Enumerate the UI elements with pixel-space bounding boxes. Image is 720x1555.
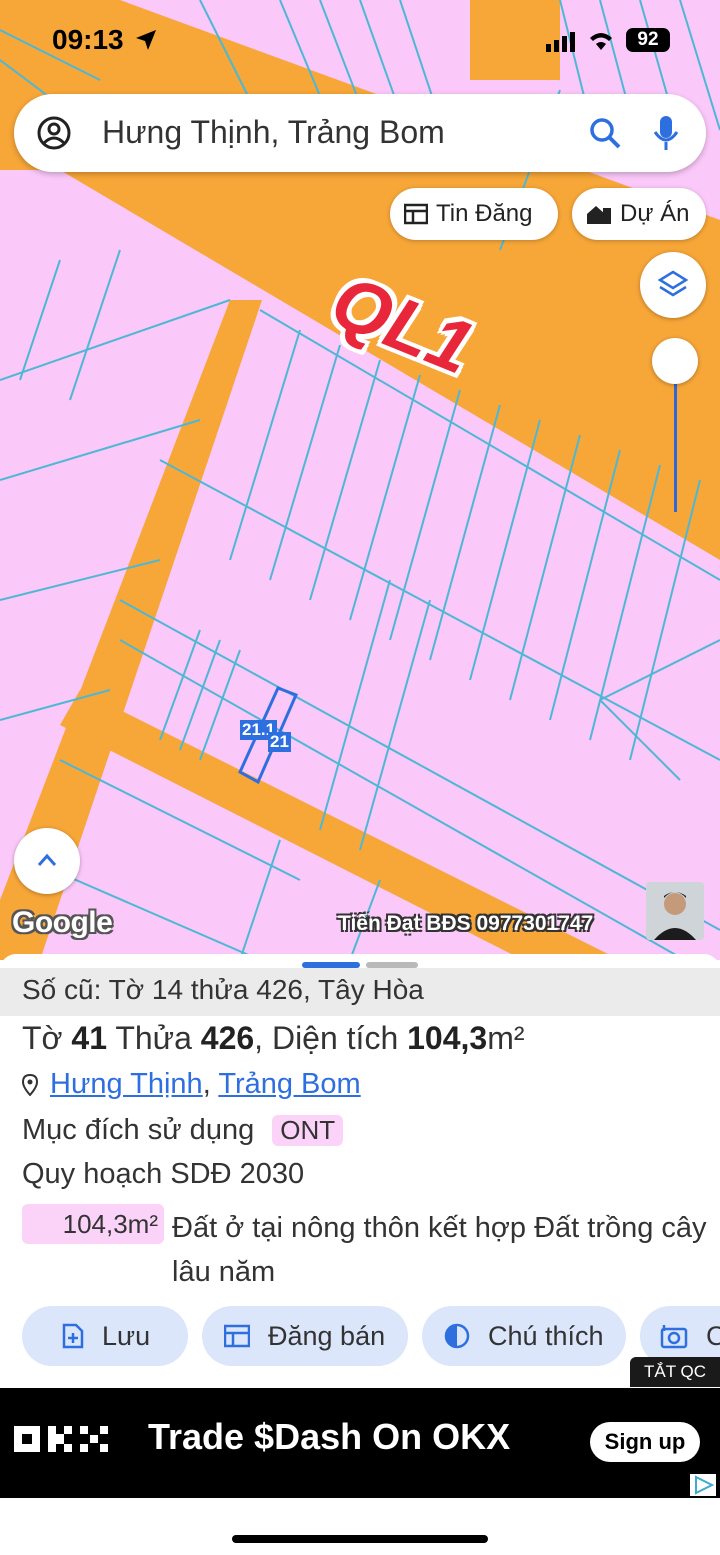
play-info-icon	[695, 1475, 715, 1495]
projects-chip[interactable]: Dự Án	[572, 188, 706, 240]
listings-chip[interactable]: Tin Đăng	[390, 188, 558, 240]
land-use-row: Mục đích sử dụng ONT	[22, 1114, 344, 1147]
status-time: 09:13	[52, 24, 124, 55]
sheet-handle-secondary[interactable]	[366, 962, 418, 968]
ad-info-icon[interactable]	[690, 1474, 716, 1496]
watermark-text: Tiến Đạt BĐS 0977301747	[338, 912, 594, 935]
opacity-slider-track[interactable]	[674, 362, 677, 512]
camera-icon	[660, 1325, 688, 1349]
ad-signup-button[interactable]: Sign up	[590, 1422, 700, 1462]
wifi-icon	[590, 33, 612, 50]
land-use-code-badge[interactable]: ONT	[272, 1115, 344, 1146]
ad-banner[interactable]: Trade $Dash On OKX Sign up	[0, 1388, 720, 1498]
search-icon[interactable]	[588, 116, 622, 150]
person-avatar-icon	[646, 882, 704, 940]
save-label: Lưu	[102, 1320, 151, 1351]
contrast-icon	[444, 1323, 470, 1349]
parcel-location: Hưng Thịnh, Trảng Bom	[21, 1068, 361, 1101]
location-pin-icon	[21, 1074, 39, 1097]
battery-indicator: 92	[626, 28, 670, 52]
old-parcel-info: Số cũ: Tờ 14 thửa 426, Tây Hòa	[22, 974, 424, 1005]
planning-description: Đất ở tại nông thôn kết hợp Đất trồng câ…	[172, 1212, 707, 1288]
ward-link[interactable]: Hưng Thịnh	[50, 1068, 203, 1100]
layers-icon	[657, 270, 689, 297]
search-input[interactable]: Hưng Thịnh, Trảng Bom	[102, 114, 445, 151]
sheet-handle[interactable]	[302, 962, 360, 968]
more-action-label: C	[706, 1320, 720, 1351]
layers-button[interactable]	[640, 252, 706, 318]
district-link[interactable]: Trảng Bom	[218, 1068, 360, 1100]
listing-table-icon	[224, 1324, 250, 1348]
buildings-icon	[587, 206, 611, 224]
search-bar[interactable]: Hưng Thịnh, Trảng Bom	[14, 94, 706, 172]
projects-label: Dự Án	[620, 200, 690, 227]
planning-title: Quy hoạch SDĐ 2030	[22, 1158, 305, 1190]
ad-disclaimer	[14, 1478, 684, 1490]
ad-headline: Trade $Dash On OKX	[148, 1416, 511, 1457]
parcel-number-label-2: 21	[268, 732, 291, 752]
add-document-icon	[62, 1323, 84, 1349]
avatar	[646, 882, 704, 940]
status-bar: 09:13 92	[0, 0, 720, 80]
account-icon[interactable]	[36, 115, 72, 151]
land-use-label: Mục đích sử dụng	[22, 1114, 255, 1146]
map-view[interactable]: 21.1 21 QL1 09:13 92 Hưng Thịnh, Trảng B…	[0, 0, 720, 960]
post-sale-label: Đăng bán	[268, 1320, 386, 1351]
cellular-signal-icon	[546, 32, 575, 52]
planning-area-badge: 104,3m²	[22, 1204, 164, 1244]
home-indicator[interactable]	[232, 1535, 488, 1543]
okx-logo-icon	[14, 1426, 108, 1452]
parcel-info-sheet[interactable]: Số cũ: Tờ 14 thửa 426, Tây Hòa Tờ 41 Thử…	[0, 954, 720, 1388]
legend-button[interactable]: Chú thích	[422, 1306, 626, 1366]
listings-icon	[404, 203, 428, 225]
google-logo: Google	[12, 906, 113, 939]
expand-up-button[interactable]	[14, 828, 80, 894]
microphone-icon[interactable]	[652, 114, 680, 152]
post-sale-button[interactable]: Đăng bán	[202, 1306, 408, 1366]
parcel-title: Tờ 41 Thửa 426, Diện tích 104,3m²	[22, 1020, 525, 1056]
chevron-up-icon	[37, 853, 57, 866]
save-button[interactable]: Lưu	[22, 1306, 188, 1366]
hide-ad-button[interactable]: TẮT QC	[630, 1357, 720, 1387]
opacity-slider-knob[interactable]	[652, 338, 698, 384]
listings-label: Tin Đăng	[436, 200, 533, 227]
legend-label: Chú thích	[488, 1320, 604, 1351]
location-arrow-icon	[136, 30, 156, 50]
